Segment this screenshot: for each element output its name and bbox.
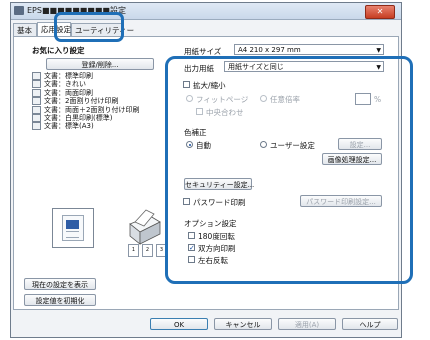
printer-app-icon xyxy=(14,6,24,15)
highlight-tab-callout xyxy=(54,12,124,42)
cancel-button[interactable]: キャンセル xyxy=(214,318,272,330)
close-button[interactable]: ✕ xyxy=(365,5,395,19)
page-layout-preview xyxy=(52,208,94,248)
list-item[interactable]: 文書：両面印刷 xyxy=(32,88,164,97)
page-thumb: 1 xyxy=(128,244,139,257)
printer-icon xyxy=(122,206,164,248)
document-icon xyxy=(32,97,41,106)
apply-button[interactable]: 適用(A) xyxy=(278,318,336,330)
register-delete-button[interactable]: 登録/削除... xyxy=(46,58,154,70)
document-icon xyxy=(32,105,41,114)
page-preview-icon xyxy=(62,215,84,241)
chevron-down-icon: ▼ xyxy=(376,47,381,54)
reset-settings-button[interactable]: 設定値を初期化 xyxy=(24,294,96,306)
document-icon xyxy=(32,88,41,97)
highlight-panel-callout xyxy=(165,56,413,284)
document-icon xyxy=(32,72,41,80)
ok-button[interactable]: OK xyxy=(150,318,208,330)
tab-basic[interactable]: 基本 xyxy=(13,23,37,36)
list-item[interactable]: 文書：標準(A3) xyxy=(32,122,164,131)
document-icon xyxy=(32,80,41,89)
paper-size-select[interactable]: A4 210 x 297 mm ▼ xyxy=(234,44,384,55)
list-item[interactable]: 文書：きれい xyxy=(32,80,164,89)
help-button[interactable]: ヘルプ xyxy=(342,318,398,330)
show-settings-button[interactable]: 現在の設定を表示 xyxy=(24,278,96,290)
document-icon xyxy=(32,113,41,122)
favorites-list: 文書：標準印刷 文書：きれい 文書：両面印刷 文書：2面割り付け印刷 文書：両面… xyxy=(32,72,164,160)
list-item[interactable]: 文書：両面＋2面割り付け印刷 xyxy=(32,105,164,114)
page-thumb: 2 xyxy=(142,244,153,257)
list-item[interactable]: 文書：2面割り付け印刷 xyxy=(32,97,164,106)
document-icon xyxy=(32,122,41,131)
favorites-label: お気に入り設定 xyxy=(32,46,85,55)
